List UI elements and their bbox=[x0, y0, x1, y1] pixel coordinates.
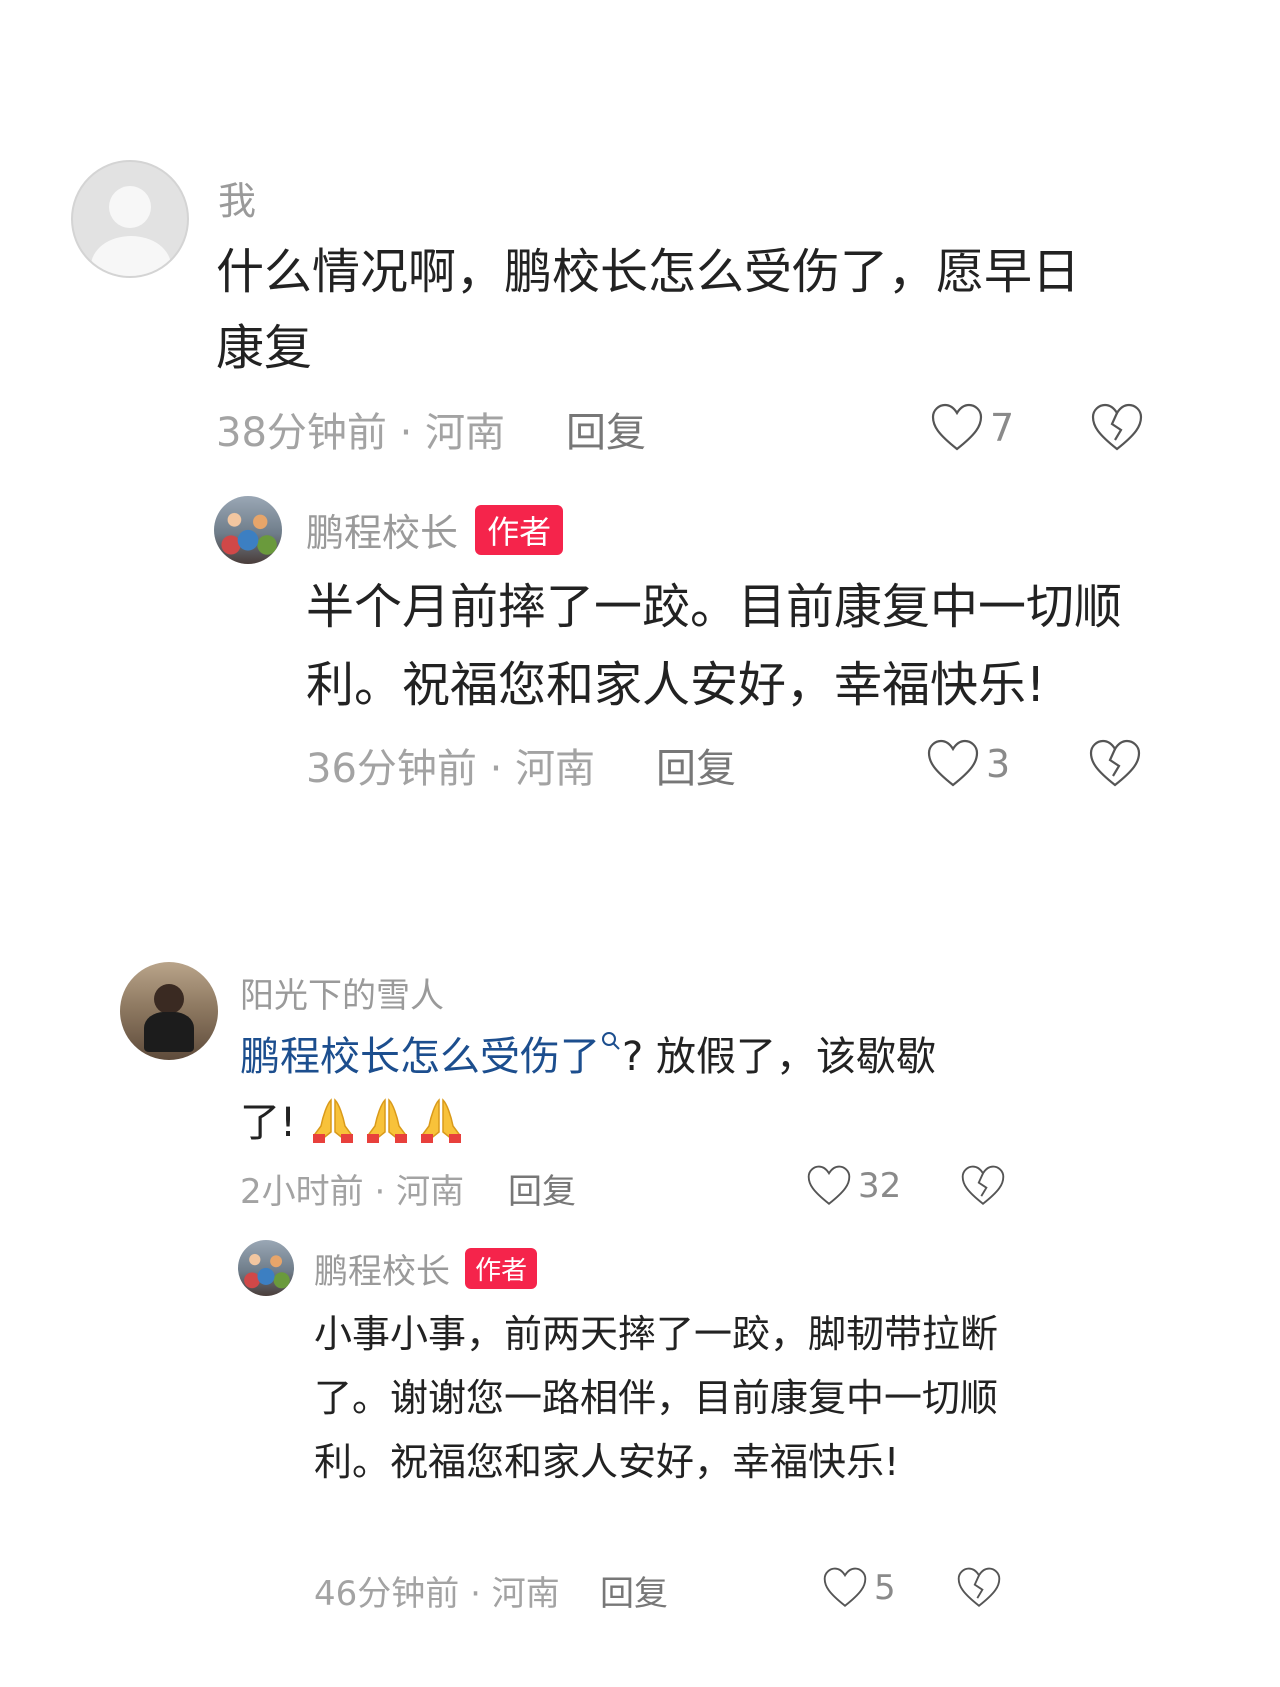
heart-outline-icon[interactable] bbox=[930, 402, 984, 454]
avatar-figure-body bbox=[144, 1012, 194, 1052]
reply-button[interactable]: 回复 bbox=[566, 400, 646, 458]
comment-meta: 38分钟前 · 河南 bbox=[216, 400, 505, 458]
like-count: 32 bbox=[858, 1166, 902, 1206]
author-badge: 作者 bbox=[465, 1248, 538, 1289]
avatar-figure-head bbox=[154, 984, 184, 1014]
like-count: 5 bbox=[874, 1568, 896, 1608]
reply-meta: 36分钟前 · 河南 bbox=[306, 736, 595, 794]
like-count: 3 bbox=[986, 742, 1011, 786]
reply-header: 鹏程校长 作者 bbox=[306, 502, 564, 555]
reply-header: 鹏程校长 作者 bbox=[314, 1244, 538, 1292]
search-icon[interactable] bbox=[600, 1030, 622, 1052]
meta-separator: · bbox=[459, 1574, 492, 1614]
comment-username[interactable]: 我 bbox=[218, 170, 256, 225]
comment-username[interactable]: 阳光下的雪人 bbox=[240, 968, 444, 1017]
meta-separator: · bbox=[386, 410, 426, 456]
comment-text: 鹏程校长怎么受伤了? 放假了，该歇歇了! bbox=[240, 1024, 980, 1156]
author-badge: 作者 bbox=[475, 504, 564, 555]
folded-hands-emoji-icon bbox=[312, 1098, 353, 1143]
reply-time: 36分钟前 bbox=[306, 746, 477, 792]
author-avatar[interactable] bbox=[214, 496, 282, 564]
reply-username[interactable]: 鹏程校长 bbox=[314, 1252, 450, 1292]
heart-outline-icon[interactable] bbox=[926, 738, 980, 790]
broken-heart-icon[interactable] bbox=[1090, 402, 1144, 454]
reply-button[interactable]: 回复 bbox=[600, 1566, 668, 1615]
broken-heart-icon[interactable] bbox=[960, 1164, 1006, 1208]
folded-hands-emoji-icon bbox=[420, 1098, 461, 1143]
reply-button[interactable]: 回复 bbox=[656, 736, 736, 794]
comment-location: 河南 bbox=[396, 1172, 465, 1212]
emoji-group bbox=[309, 1098, 471, 1146]
heart-outline-icon[interactable] bbox=[822, 1566, 868, 1610]
comment-time: 38分钟前 bbox=[216, 410, 387, 456]
meta-separator: · bbox=[363, 1172, 397, 1212]
comment-meta: 2小时前 · 河南 bbox=[240, 1164, 464, 1213]
broken-heart-icon[interactable] bbox=[956, 1566, 1002, 1610]
avatar-body-shape bbox=[91, 236, 171, 276]
reply-meta: 46分钟前 · 河南 bbox=[314, 1566, 560, 1615]
broken-heart-icon[interactable] bbox=[1088, 738, 1142, 790]
user-avatar[interactable] bbox=[71, 160, 189, 278]
reply-location: 河南 bbox=[515, 746, 596, 792]
user-avatar[interactable] bbox=[120, 962, 218, 1060]
reply-location: 河南 bbox=[491, 1574, 560, 1614]
search-link[interactable]: 鹏程校长怎么受伤了 bbox=[240, 1034, 600, 1080]
reply-text: 半个月前摔了一跤。目前康复中一切顺利。祝福您和家人安好，幸福快乐! bbox=[306, 579, 1123, 713]
reply-button[interactable]: 回复 bbox=[508, 1164, 576, 1213]
comment-time: 2小时前 bbox=[240, 1172, 364, 1212]
comment-text: 什么情况啊，鹏校长怎么受伤了，愿早日康复 bbox=[216, 244, 1081, 376]
reply-text: 小事小事，前两天摔了一跤，脚韧带拉断了。谢谢您一路相伴，目前康复中一切顺利。祝福… bbox=[314, 1312, 999, 1484]
like-count: 7 bbox=[990, 406, 1015, 450]
heart-outline-icon[interactable] bbox=[806, 1164, 852, 1208]
reply-username[interactable]: 鹏程校长 bbox=[306, 511, 458, 555]
reply-time: 46分钟前 bbox=[314, 1574, 460, 1614]
meta-separator: · bbox=[476, 746, 516, 792]
author-avatar[interactable] bbox=[238, 1240, 294, 1296]
avatar-head-shape bbox=[109, 186, 151, 228]
folded-hands-emoji-icon bbox=[366, 1098, 407, 1143]
comment-location: 河南 bbox=[425, 410, 506, 456]
